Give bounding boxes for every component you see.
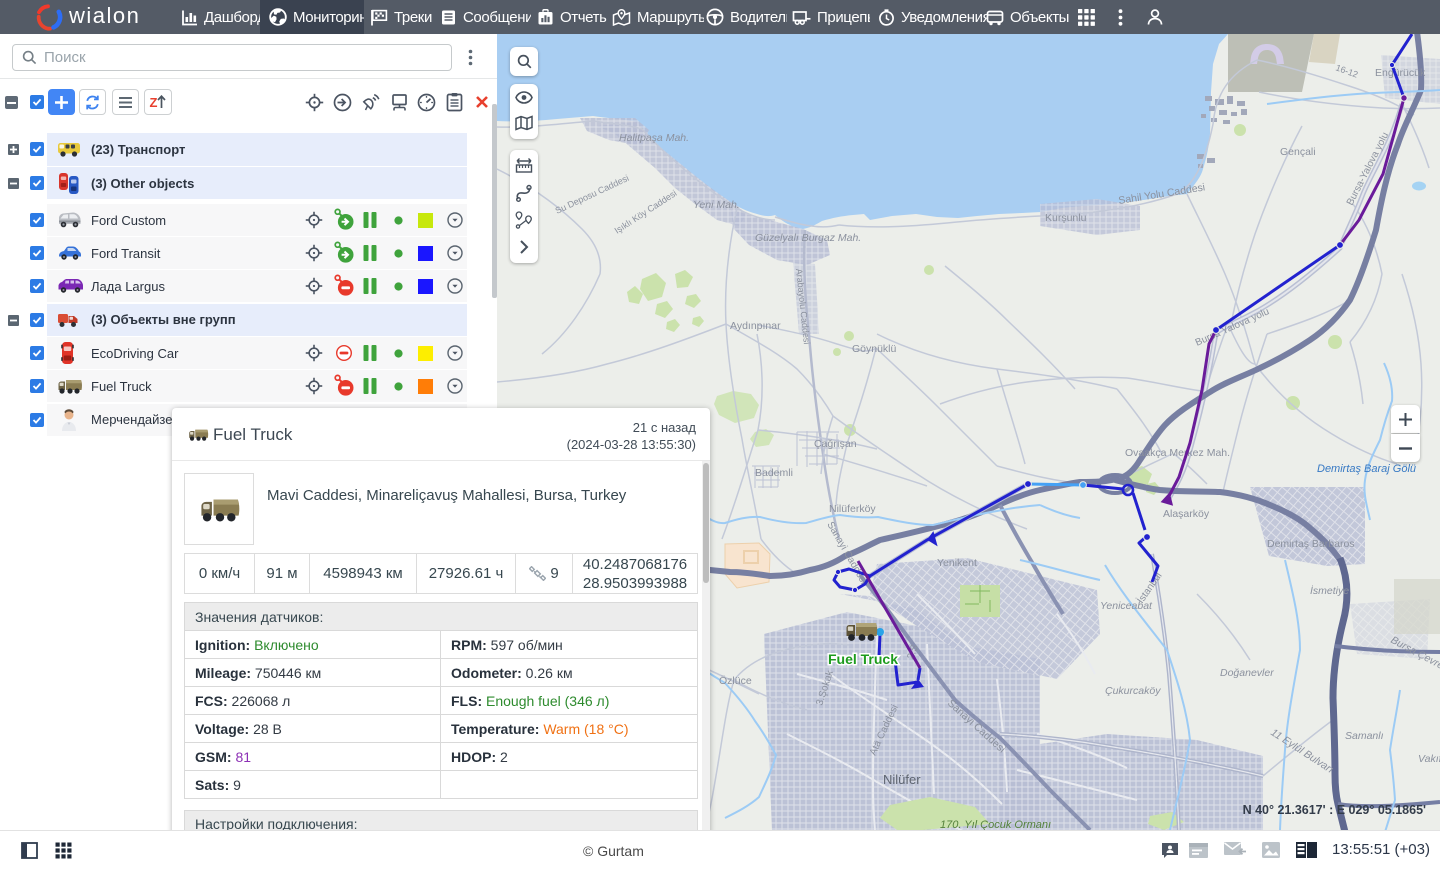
svg-text:N 40° 21.3617' : E 029° 05.186: N 40° 21.3617' : E 029° 05.1865' <box>1243 803 1426 817</box>
svg-text:Fuel Truck: Fuel Truck <box>828 651 898 667</box>
svg-text:Doğanevler: Doğanevler <box>1220 667 1274 679</box>
svg-text:Bademli: Bademli <box>755 467 793 479</box>
svg-text:Nilüfer: Nilüfer <box>883 772 921 787</box>
svg-text:Samanlı: Samanlı <box>1345 730 1384 742</box>
svg-text:Demirtaş Barbaros: Demirtaş Barbaros <box>1267 538 1355 550</box>
svg-text:İsmetiye: İsmetiye <box>1310 585 1349 597</box>
svg-text:Gençali: Gençali <box>1280 146 1316 158</box>
svg-text:Engürücük: Engürücük <box>1375 67 1426 79</box>
svg-text:Halitpaşa Mah.: Halitpaşa Mah. <box>619 132 689 144</box>
svg-text:Özlüce: Özlüce <box>719 675 752 687</box>
svg-text:Nilüferköy: Nilüferköy <box>829 503 876 515</box>
svg-text:170. Yıl Çocuk Ormanı: 170. Yıl Çocuk Ormanı <box>940 819 1051 830</box>
svg-text:Alaşarköy: Alaşarköy <box>1163 508 1210 520</box>
svg-text:Yeniceabat: Yeniceabat <box>1100 600 1153 612</box>
svg-text:Ovaakça Merkez Mah.: Ovaakça Merkez Mah. <box>1125 447 1230 459</box>
svg-text:Çukurcaköy: Çukurcaköy <box>1105 685 1161 697</box>
svg-text:Kurşunlu: Kurşunlu <box>1045 212 1087 224</box>
svg-text:Güzelyalı Burgaz Mah.: Güzelyalı Burgaz Mah. <box>755 232 861 244</box>
svg-text:Demirtaş Baraj Gölü: Demirtaş Baraj Gölü <box>1317 463 1416 475</box>
svg-text:Aydınpınar: Aydınpınar <box>730 320 781 332</box>
svg-text:Vakıf: Vakıf <box>1418 753 1440 765</box>
svg-text:Çağrışan: Çağrışan <box>814 438 857 450</box>
svg-text:Göynüklü: Göynüklü <box>852 343 897 355</box>
svg-text:Yeni Mah.: Yeni Mah. <box>693 199 740 211</box>
svg-text:Yenikent: Yenikent <box>937 557 977 569</box>
